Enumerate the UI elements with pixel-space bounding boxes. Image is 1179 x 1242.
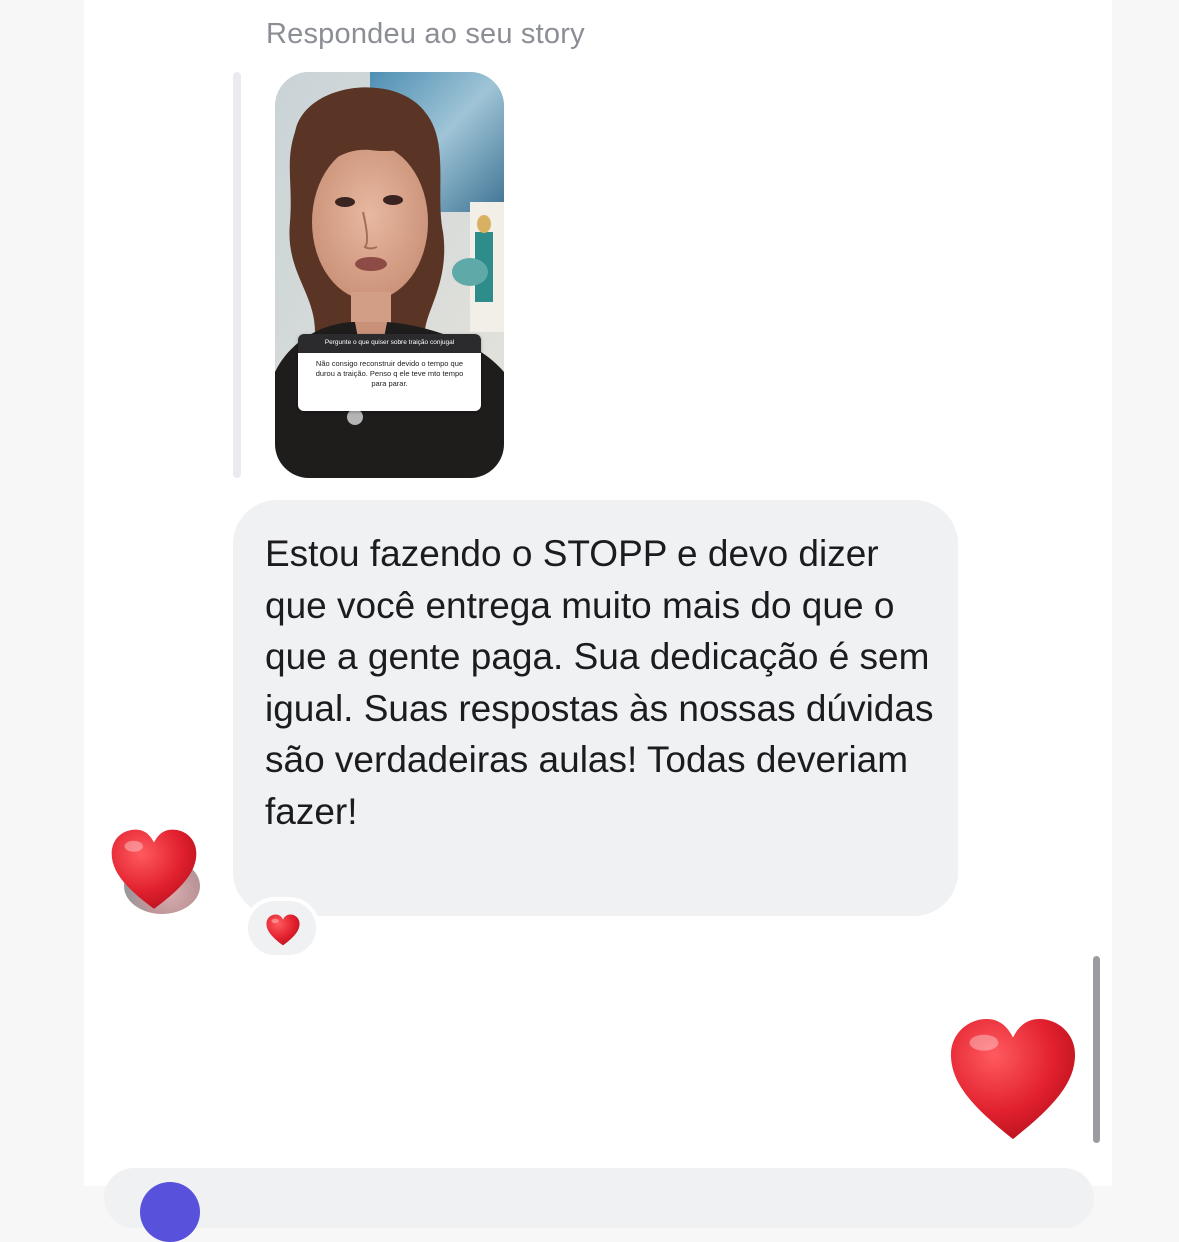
question-sticker-answer: Não consigo reconstruir devido o tempo q… — [315, 359, 464, 388]
story-reply-caption: Respondeu ao seu story — [266, 18, 585, 50]
question-sticker-title: Pergunte o que quiser sobre traição conj… — [298, 334, 481, 353]
red-heart-icon — [111, 829, 197, 909]
camera-icon[interactable] — [140, 1182, 200, 1242]
red-heart-icon — [266, 914, 300, 946]
story-image — [275, 72, 504, 478]
message-bubble[interactable]: Estou fazendo o STOPP e devo dizer que v… — [233, 500, 958, 916]
sent-heart-message[interactable] — [946, 1015, 1080, 1147]
message-composer[interactable] — [104, 1168, 1094, 1242]
story-quote-bar — [233, 72, 241, 478]
scrollbar[interactable] — [1093, 956, 1100, 1143]
message-reaction[interactable] — [244, 897, 320, 959]
story-thumbnail[interactable]: Pergunte o que quiser sobre traição conj… — [275, 72, 504, 478]
message-text: Estou fazendo o STOPP e devo dizer que v… — [265, 533, 934, 832]
question-sticker: Pergunte o que quiser sobre traição conj… — [298, 334, 481, 411]
